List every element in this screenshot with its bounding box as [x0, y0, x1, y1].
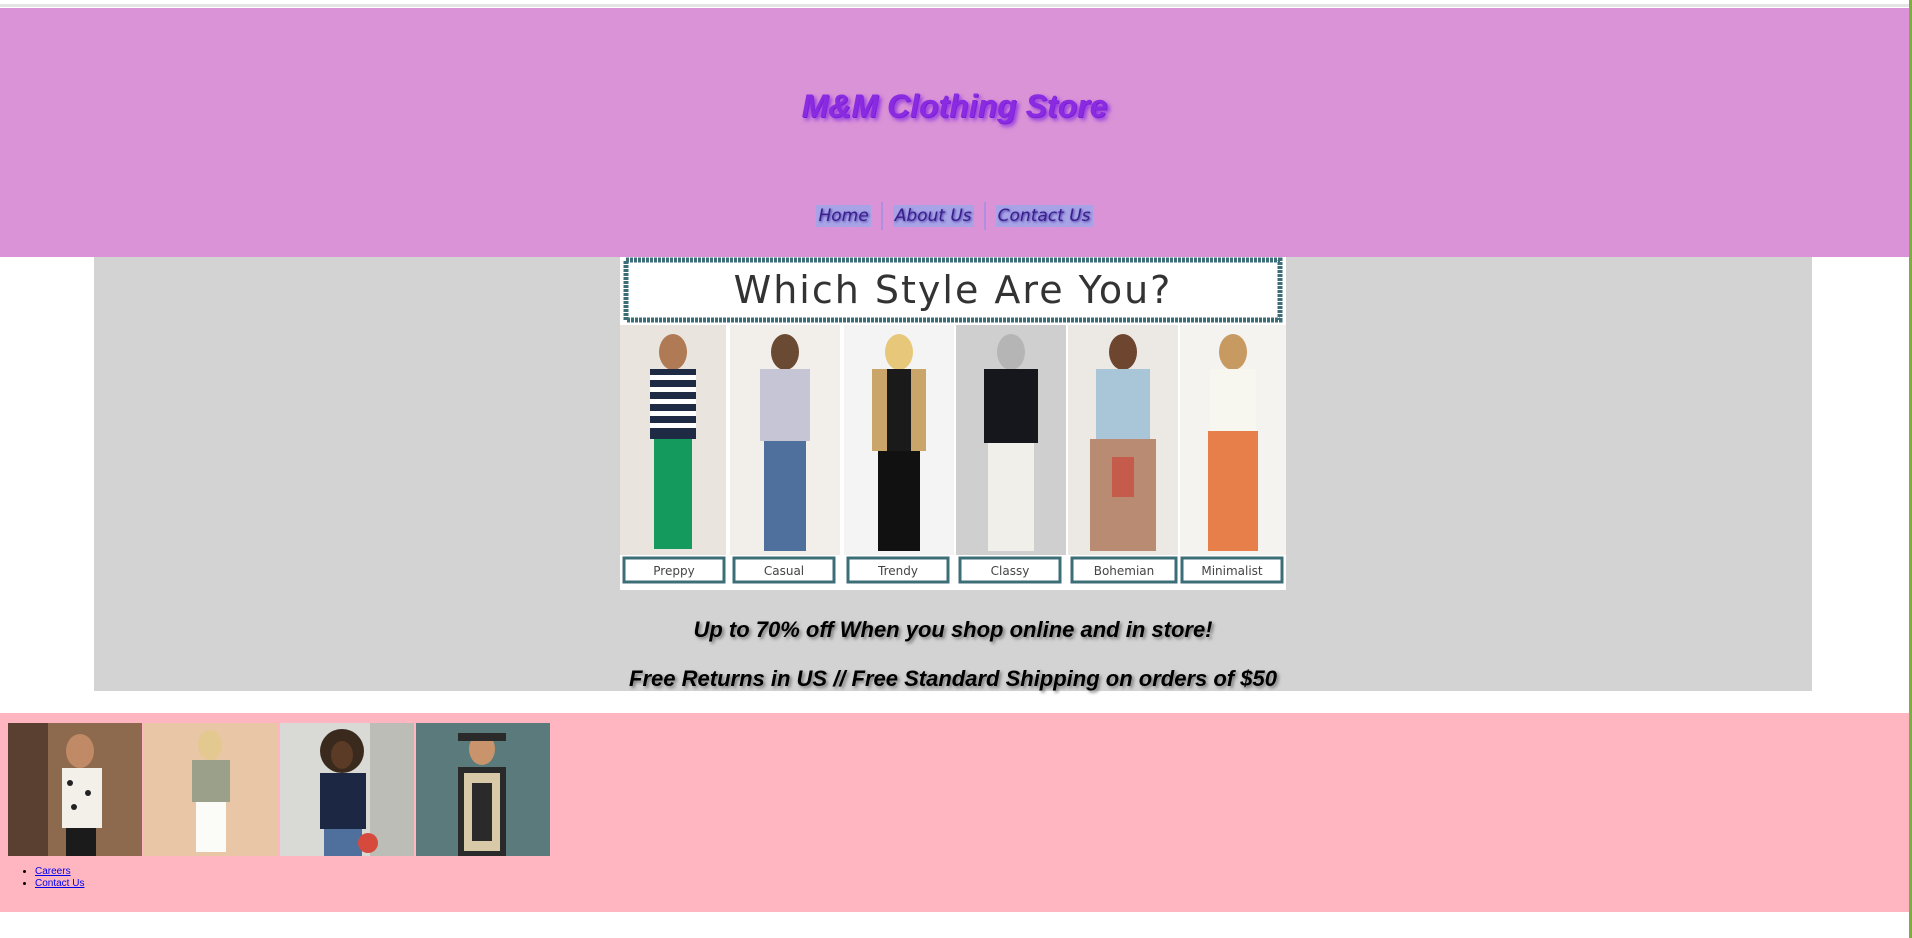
nav-about-label: About Us — [892, 205, 974, 227]
style-panel-preppy — [620, 325, 726, 555]
top-border — [0, 4, 1912, 7]
style-panel-minimalist — [1180, 325, 1286, 555]
gallery-photo — [280, 723, 414, 856]
style-banner-image: Which Style Are You? Preppy Casual Trend… — [620, 257, 1286, 590]
main-nav: Home About Us Contact Us — [0, 196, 1909, 236]
store-title: M&M Clothing Store — [801, 88, 1108, 124]
banner-heading: Which Style Are You? — [734, 268, 1173, 312]
link-careers[interactable]: Careers — [35, 866, 71, 877]
nav-home-label: Home — [816, 205, 871, 227]
link-contact-us[interactable]: Contact Us — [35, 878, 84, 889]
gallery-photo — [8, 723, 142, 856]
nav-about-us[interactable]: About Us — [883, 196, 984, 236]
gallery-photo — [416, 723, 550, 856]
promo-shipping: Free Returns in US // Free Standard Ship… — [629, 666, 1277, 691]
gallery-photo — [144, 723, 278, 856]
style-label-trendy: Trendy — [877, 564, 918, 578]
promo-discount: Up to 70% off When you shop online and i… — [693, 617, 1213, 642]
style-panel-casual — [730, 325, 840, 555]
list-item: Contact Us — [35, 878, 84, 890]
style-label-casual: Casual — [764, 564, 804, 578]
style-panel-bohemian — [1068, 325, 1178, 555]
nav-contact-label: Contact Us — [995, 205, 1093, 227]
style-label-preppy: Preppy — [653, 564, 694, 578]
style-panel-classy — [956, 325, 1066, 555]
style-label-minimalist: Minimalist — [1201, 564, 1263, 578]
site-header: M&M Clothing Store Home About Us Contact… — [0, 8, 1909, 257]
nav-home[interactable]: Home — [806, 196, 880, 236]
style-label-bohemian: Bohemian — [1094, 564, 1155, 578]
footer-gallery — [8, 723, 550, 856]
hero-section: Which Style Are You? Preppy Casual Trend… — [94, 257, 1812, 691]
style-label-classy: Classy — [991, 564, 1030, 578]
style-panel-trendy — [844, 325, 954, 555]
footer-links: Careers Contact Us — [8, 866, 84, 890]
list-item: Careers — [35, 866, 84, 878]
site-footer: Careers Contact Us — [0, 713, 1909, 912]
nav-contact-us[interactable]: Contact Us — [986, 196, 1103, 236]
